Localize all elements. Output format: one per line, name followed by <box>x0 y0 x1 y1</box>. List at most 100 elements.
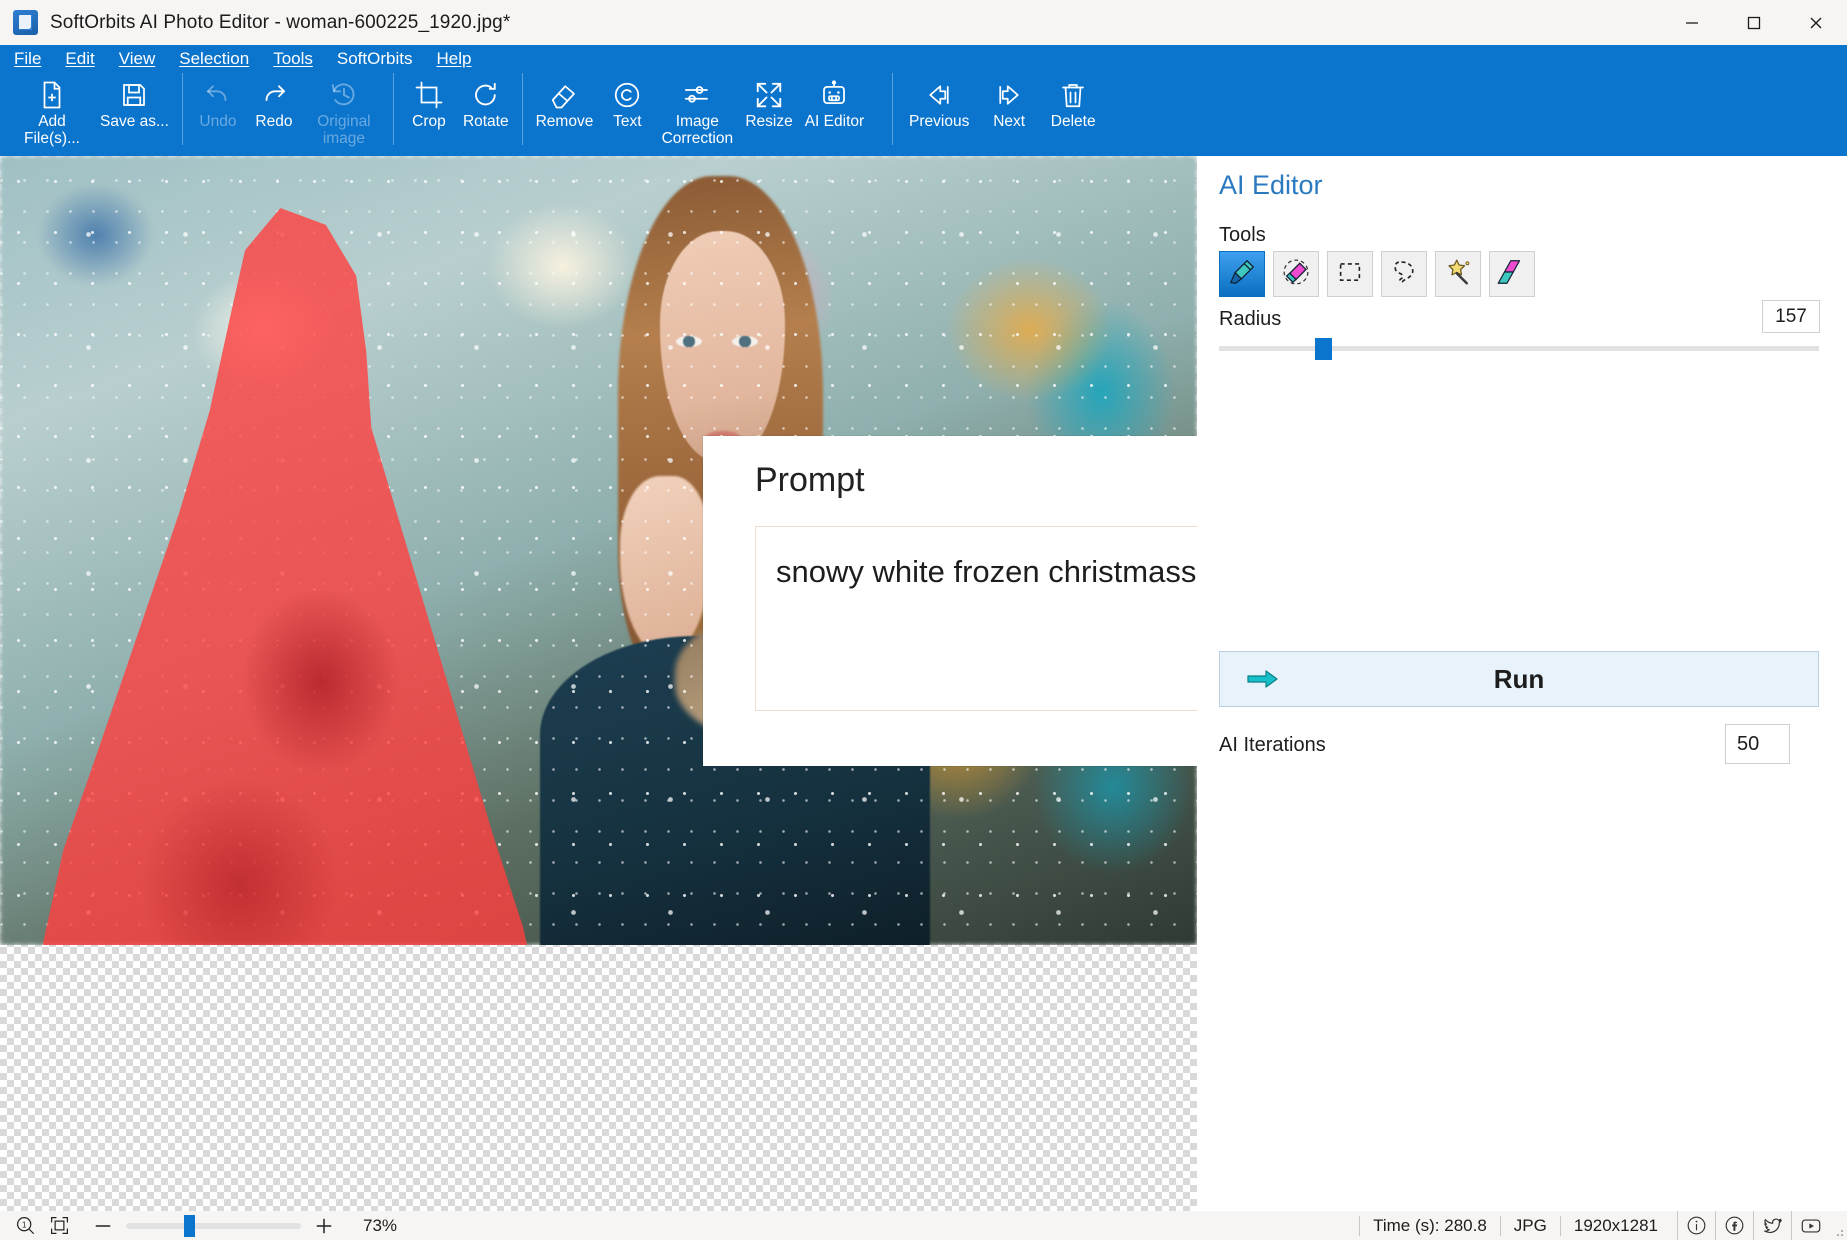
fill-gradient-icon <box>1497 257 1527 292</box>
menu-tools-label: Tools <box>273 48 313 68</box>
zoom-percent: 73% <box>363 1215 398 1235</box>
arrow-run-icon <box>1220 667 1306 691</box>
toolbar-group-transform: Crop Rotate <box>401 71 515 156</box>
redo-label: Redo <box>255 113 293 130</box>
crop-icon <box>414 77 444 113</box>
sliders-icon <box>682 77 712 113</box>
toolbar-group-edit: Remove Text Image Correction Resize AI E… <box>530 71 871 156</box>
radius-slider-track[interactable] <box>1219 346 1819 351</box>
add-files-label: Add File(s)... <box>24 113 80 147</box>
menu-softorbits-label: SoftOrbits <box>336 48 413 68</box>
menu-help-label: Help <box>436 48 472 68</box>
rectangle-select-tool[interactable] <box>1327 251 1373 297</box>
add-file-icon <box>37 77 67 113</box>
save-as-button[interactable]: Save as... <box>94 71 175 130</box>
image-correction-button[interactable]: Image Correction <box>655 71 739 147</box>
ai-iterations-label: AI Iterations <box>1219 734 1326 756</box>
previous-button[interactable]: Previous <box>900 71 978 130</box>
toolbar-separator <box>392 73 394 145</box>
original-image-label: Original image <box>317 113 371 147</box>
add-files-button[interactable]: Add File(s)... <box>10 71 94 147</box>
magic-wand-tool[interactable] <box>1435 251 1481 297</box>
menu-selection-label: Selection <box>179 48 250 68</box>
next-button[interactable]: Next <box>978 71 1040 130</box>
menu-edit[interactable]: Edit <box>65 50 94 67</box>
radius-slider[interactable] <box>1219 338 1819 360</box>
main-toolbar: Add File(s)... Save as... Undo Redo Orig… <box>0 71 1847 156</box>
redo-icon <box>259 77 289 113</box>
resize-grip[interactable] <box>1829 1211 1847 1240</box>
text-label: Text <box>613 113 642 130</box>
radius-label: Radius <box>1219 308 1282 330</box>
resize-icon <box>754 77 784 113</box>
resize-label: Resize <box>745 113 793 130</box>
toolbar-separator <box>181 73 183 145</box>
twitter-icon[interactable] <box>1753 1211 1791 1240</box>
processing-time: Time (s): 280.8 <box>1359 1215 1500 1236</box>
delete-label: Delete <box>1050 113 1096 130</box>
ai-editor-button[interactable]: AI Editor <box>799 71 870 130</box>
rotate-button[interactable]: Rotate <box>457 71 515 130</box>
youtube-icon[interactable] <box>1791 1211 1829 1240</box>
resize-button[interactable]: Resize <box>739 71 798 130</box>
status-bar: 1 73% Time (s): 280.8 JPG 1920x1281 <box>0 1211 1847 1240</box>
menu-selection[interactable]: Selection <box>179 50 249 67</box>
fill-tool[interactable] <box>1489 251 1535 297</box>
robot-icon <box>819 77 849 113</box>
crop-button[interactable]: Crop <box>401 71 457 130</box>
menu-bar: File Edit View Selection Tools SoftOrbit… <box>0 45 1847 71</box>
zoom-out-button[interactable] <box>86 1211 120 1240</box>
original-image-button: Original image <box>302 71 386 147</box>
close-button[interactable] <box>1785 0 1847 45</box>
image-correction-label: Image Correction <box>661 113 734 147</box>
tools-label: Tools <box>1219 224 1266 246</box>
svg-text:1: 1 <box>22 1220 26 1229</box>
zoom-slider-track[interactable] <box>126 1222 301 1229</box>
menu-help[interactable]: Help <box>436 50 471 67</box>
radius-slider-thumb[interactable] <box>1315 338 1332 360</box>
panel-title: AI Editor <box>1219 170 1323 200</box>
info-icon[interactable] <box>1677 1211 1715 1240</box>
facebook-icon[interactable] <box>1715 1211 1753 1240</box>
marker-icon <box>1227 257 1257 292</box>
zoom-slider-thumb[interactable] <box>184 1214 195 1237</box>
file-format: JPG <box>1499 1215 1560 1236</box>
ai-iterations-value[interactable]: 50 <box>1725 724 1790 764</box>
fit-to-screen-icon[interactable] <box>42 1211 76 1240</box>
lasso-icon <box>1389 257 1419 292</box>
zoom-actual-size-icon[interactable]: 1 <box>8 1211 42 1240</box>
maximize-button[interactable] <box>1723 0 1785 45</box>
menu-view-label: View <box>118 48 156 68</box>
title-bar: SoftOrbits AI Photo Editor - woman-60022… <box>0 0 1847 45</box>
run-button[interactable]: Run <box>1219 651 1819 707</box>
run-label: Run <box>1493 663 1545 694</box>
next-label: Next <box>993 113 1026 130</box>
remove-button[interactable]: Remove <box>530 71 600 130</box>
marker-tool[interactable] <box>1219 251 1265 297</box>
menu-file[interactable]: File <box>14 50 41 67</box>
lasso-tool[interactable] <box>1381 251 1427 297</box>
menu-file-label: File <box>14 48 42 68</box>
text-button[interactable]: Text <box>599 71 655 130</box>
zoom-in-button[interactable] <box>307 1211 341 1240</box>
rotate-icon <box>471 77 501 113</box>
redo-button[interactable]: Redo <box>246 71 302 130</box>
delete-button[interactable]: Delete <box>1040 71 1106 130</box>
menu-tools[interactable]: Tools <box>273 50 313 67</box>
eraser-tool[interactable] <box>1273 251 1319 297</box>
ai-editor-panel: AI Editor Tools Radius 157 Run AI Iterat… <box>1197 156 1847 1211</box>
application-window: SoftOrbits AI Photo Editor - woman-60022… <box>0 0 1847 1240</box>
rotate-label: Rotate <box>462 113 509 130</box>
radius-value[interactable]: 157 <box>1762 300 1820 333</box>
app-icon <box>13 10 38 35</box>
status-bar-right: Time (s): 280.8 JPG 1920x1281 <box>1359 1211 1847 1240</box>
menu-edit-label: Edit <box>65 48 95 68</box>
save-icon <box>119 77 149 113</box>
minimize-button[interactable] <box>1661 0 1723 45</box>
menu-view[interactable]: View <box>119 50 156 67</box>
zoom-slider[interactable] <box>126 1214 301 1237</box>
menu-softorbits[interactable]: SoftOrbits <box>337 50 413 67</box>
copyright-icon <box>612 77 642 113</box>
previous-label: Previous <box>909 113 970 130</box>
eraser-icon <box>549 77 579 113</box>
